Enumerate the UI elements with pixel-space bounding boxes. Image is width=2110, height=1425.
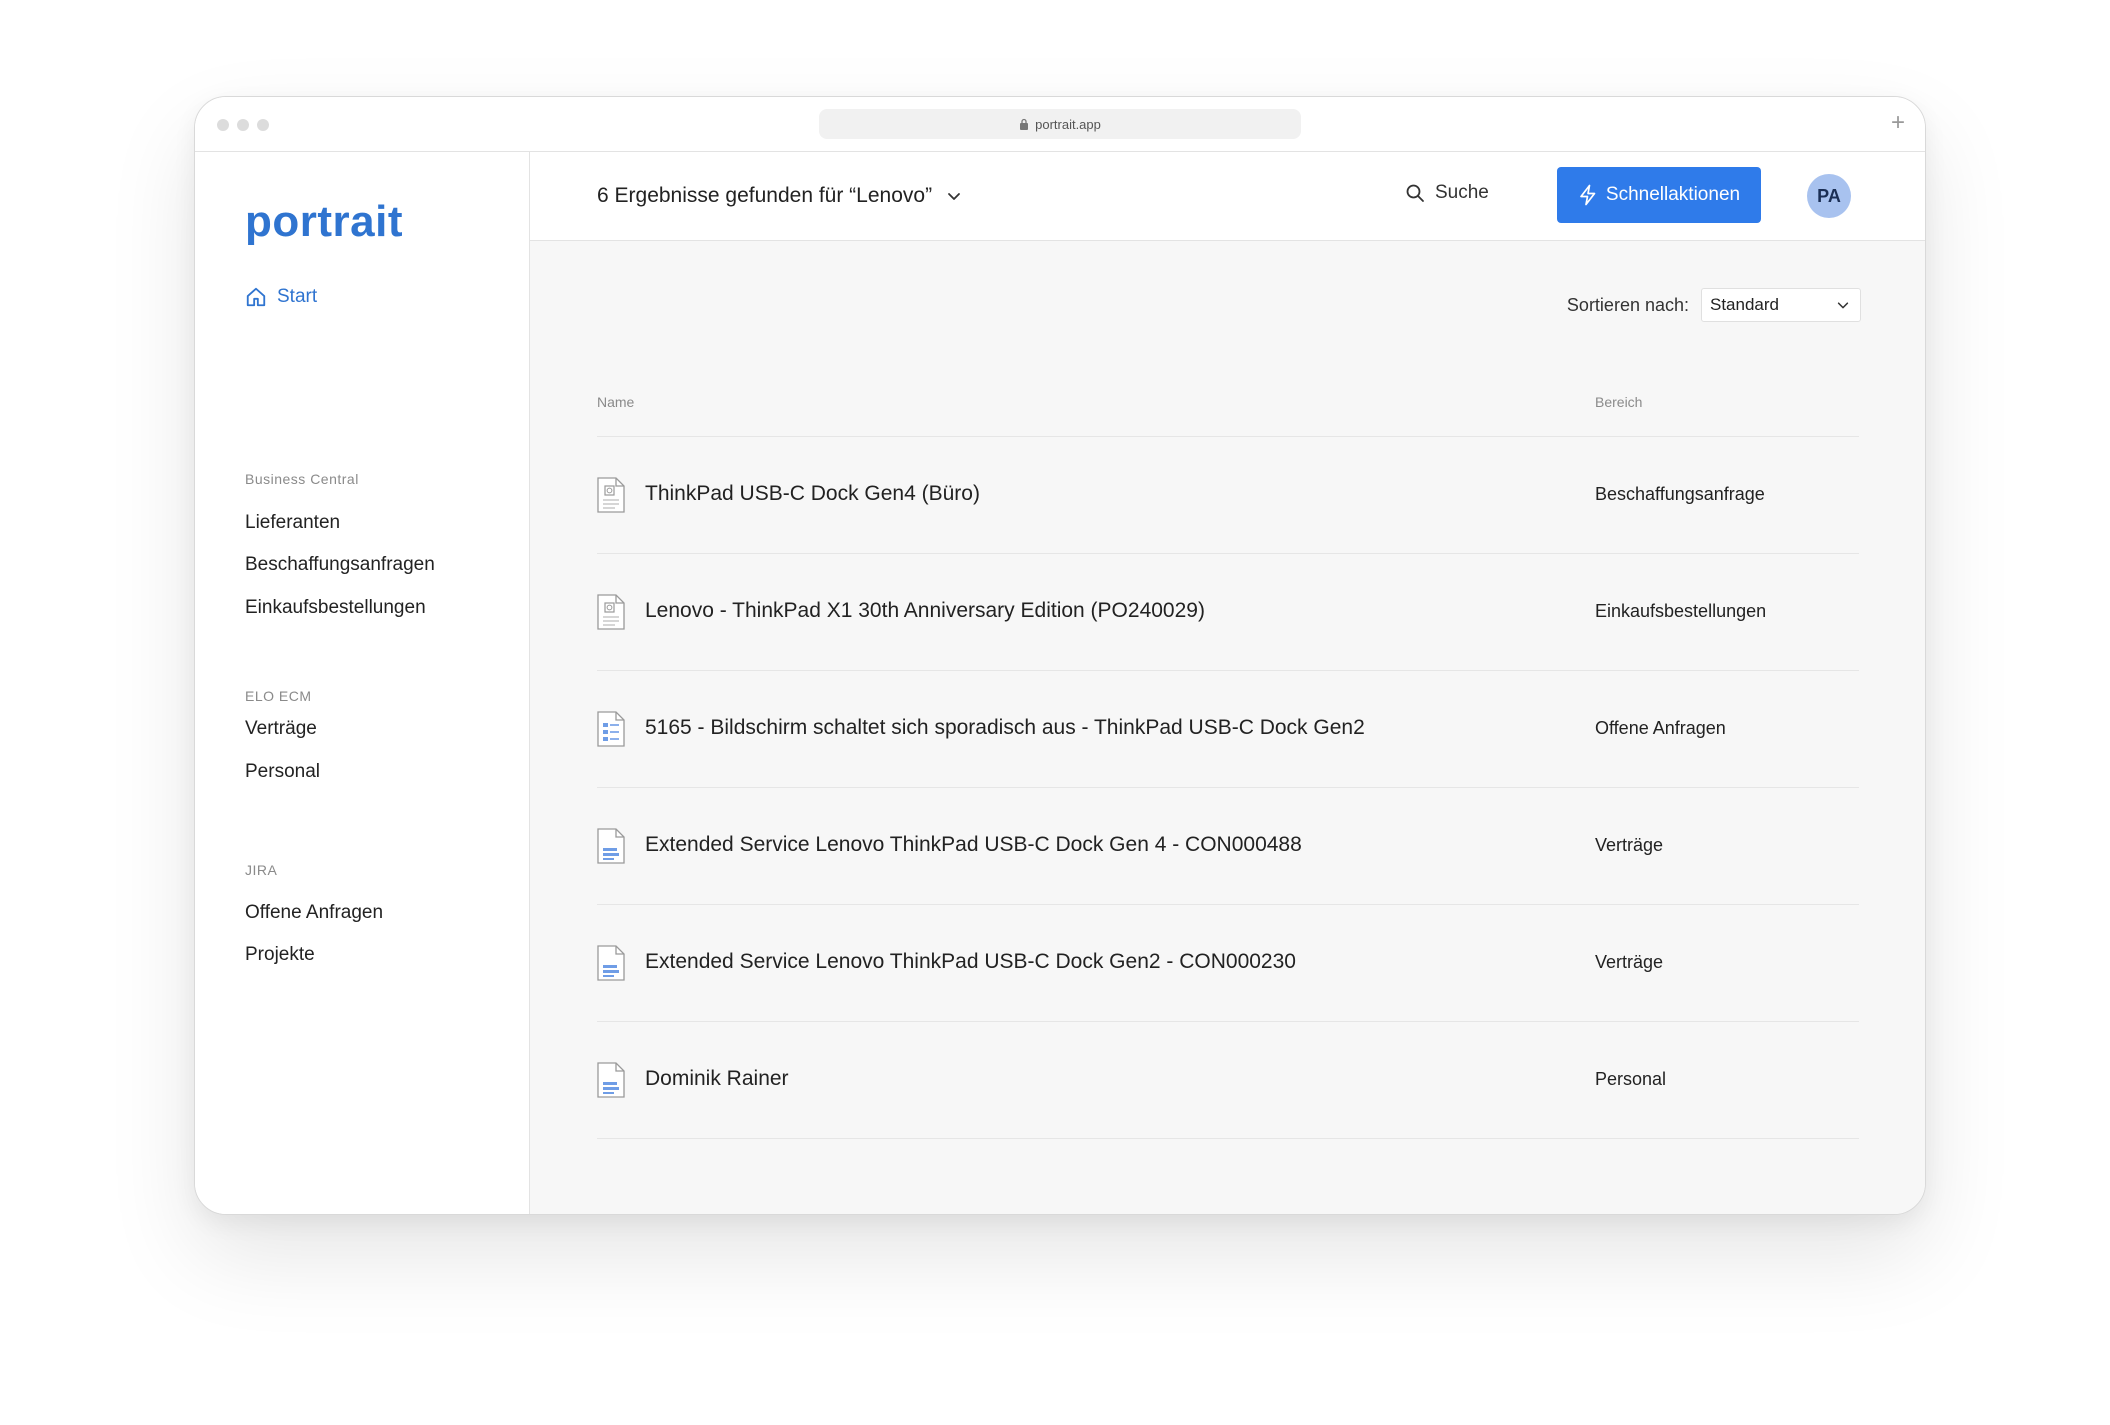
sidebar-item-einkaufsbestellungen[interactable]: Einkaufsbestellungen xyxy=(245,597,426,619)
main-content: 6 Ergebnisse gefunden für “Lenovo” Suche… xyxy=(530,152,1925,1214)
table-row[interactable]: 5165 - Bildschirm schaltet sich sporadis… xyxy=(597,671,1859,788)
address-bar-url: portrait.app xyxy=(1035,116,1101,132)
ticket-doc-icon xyxy=(597,711,625,747)
browser-window: portrait.app + portrait Start Business C… xyxy=(194,96,1926,1215)
chevron-down-icon xyxy=(948,193,960,200)
row-area: Beschaffungsanfrage xyxy=(1595,484,1765,504)
minimize-window-dot[interactable] xyxy=(237,119,249,131)
row-name: Dominik Rainer xyxy=(645,1067,789,1090)
lightning-icon xyxy=(1580,184,1596,206)
sidebar-section-business-central: Business Central xyxy=(245,471,359,487)
app-logo[interactable]: portrait xyxy=(245,197,403,247)
sidebar-item-start[interactable]: Start xyxy=(245,286,317,308)
table-row[interactable]: Lenovo - ThinkPad X1 30th Anniversary Ed… xyxy=(597,554,1859,671)
sidebar-item-lieferanten[interactable]: Lieferanten xyxy=(245,512,340,534)
contract-doc-icon xyxy=(597,828,625,864)
quick-actions-label: Schnellaktionen xyxy=(1605,184,1741,205)
home-icon xyxy=(246,287,266,307)
column-header-area: Bereich xyxy=(1595,394,1643,410)
row-name: ThinkPad USB-C Dock Gen4 (Büro) xyxy=(645,482,980,505)
sidebar-item-projekte[interactable]: Projekte xyxy=(245,944,315,966)
procurement-doc-icon xyxy=(597,477,625,513)
procurement-doc-icon xyxy=(597,594,625,630)
window-controls xyxy=(217,119,269,131)
browser-titlebar: portrait.app + xyxy=(195,97,1925,152)
row-area: Personal xyxy=(1595,1069,1667,1089)
address-bar[interactable]: portrait.app xyxy=(819,109,1301,139)
results-table: Name Bereich ThinkPad USB-C Dock Gen4 (B… xyxy=(597,394,1859,1139)
sidebar-item-beschaffungsanfragen[interactable]: Beschaffungsanfragen xyxy=(245,554,435,576)
table-row[interactable]: ThinkPad USB-C Dock Gen4 (Büro) Beschaff… xyxy=(597,437,1859,554)
sort-control: Sortieren nach: Standard xyxy=(1567,288,1861,322)
contract-doc-icon xyxy=(597,945,625,981)
results-title: 6 Ergebnisse gefunden für “Lenovo” xyxy=(597,184,933,207)
sidebar-item-vertraege[interactable]: Verträge xyxy=(245,718,317,740)
row-area: Einkaufsbestellungen xyxy=(1595,601,1767,621)
row-area: Offene Anfragen xyxy=(1595,718,1726,738)
close-window-dot[interactable] xyxy=(217,119,229,131)
user-avatar[interactable]: PA xyxy=(1807,174,1851,218)
top-bar: 6 Ergebnisse gefunden für “Lenovo” Suche… xyxy=(530,152,1925,241)
row-name: Extended Service Lenovo ThinkPad USB-C D… xyxy=(645,950,1296,973)
lock-icon xyxy=(1020,118,1029,130)
maximize-window-dot[interactable] xyxy=(257,119,269,131)
sort-label: Sortieren nach: xyxy=(1566,294,1689,315)
new-tab-plus-icon[interactable]: + xyxy=(1891,109,1905,137)
search-button-label: Suche xyxy=(1435,182,1489,203)
quick-actions-button[interactable]: Schnellaktionen xyxy=(1557,167,1761,223)
row-name: Extended Service Lenovo ThinkPad USB-C D… xyxy=(645,833,1302,856)
sidebar-item-offene-anfragen[interactable]: Offene Anfragen xyxy=(245,902,383,924)
table-row[interactable]: Dominik Rainer Personal xyxy=(597,1022,1859,1139)
results-title-dropdown[interactable]: 6 Ergebnisse gefunden für “Lenovo” xyxy=(597,184,962,208)
table-row[interactable]: Extended Service Lenovo ThinkPad USB-C D… xyxy=(597,905,1859,1022)
row-name: Lenovo - ThinkPad X1 30th Anniversary Ed… xyxy=(645,599,1205,622)
row-area: Verträge xyxy=(1595,952,1664,972)
table-row[interactable]: Extended Service Lenovo ThinkPad USB-C D… xyxy=(597,788,1859,905)
table-header: Name Bereich xyxy=(597,394,1859,437)
sidebar-item-personal[interactable]: Personal xyxy=(245,761,320,783)
sidebar-section-jira: JIRA xyxy=(245,862,278,878)
sidebar-section-elo-ecm: ELO ECM xyxy=(245,688,312,704)
search-button[interactable]: Suche xyxy=(1405,182,1489,204)
sort-select[interactable]: Standard xyxy=(1701,288,1861,322)
row-name: 5165 - Bildschirm schaltet sich sporadis… xyxy=(645,716,1365,739)
sidebar-item-label: Start xyxy=(277,286,318,307)
row-area: Verträge xyxy=(1595,835,1664,855)
sort-selected-value: Standard xyxy=(1710,295,1779,314)
chevron-down-icon xyxy=(1837,302,1849,309)
contract-doc-icon xyxy=(597,1062,625,1098)
sidebar: portrait Start Business Central Lieferan… xyxy=(195,152,530,1214)
search-icon xyxy=(1406,184,1424,202)
column-header-name: Name xyxy=(597,394,635,410)
